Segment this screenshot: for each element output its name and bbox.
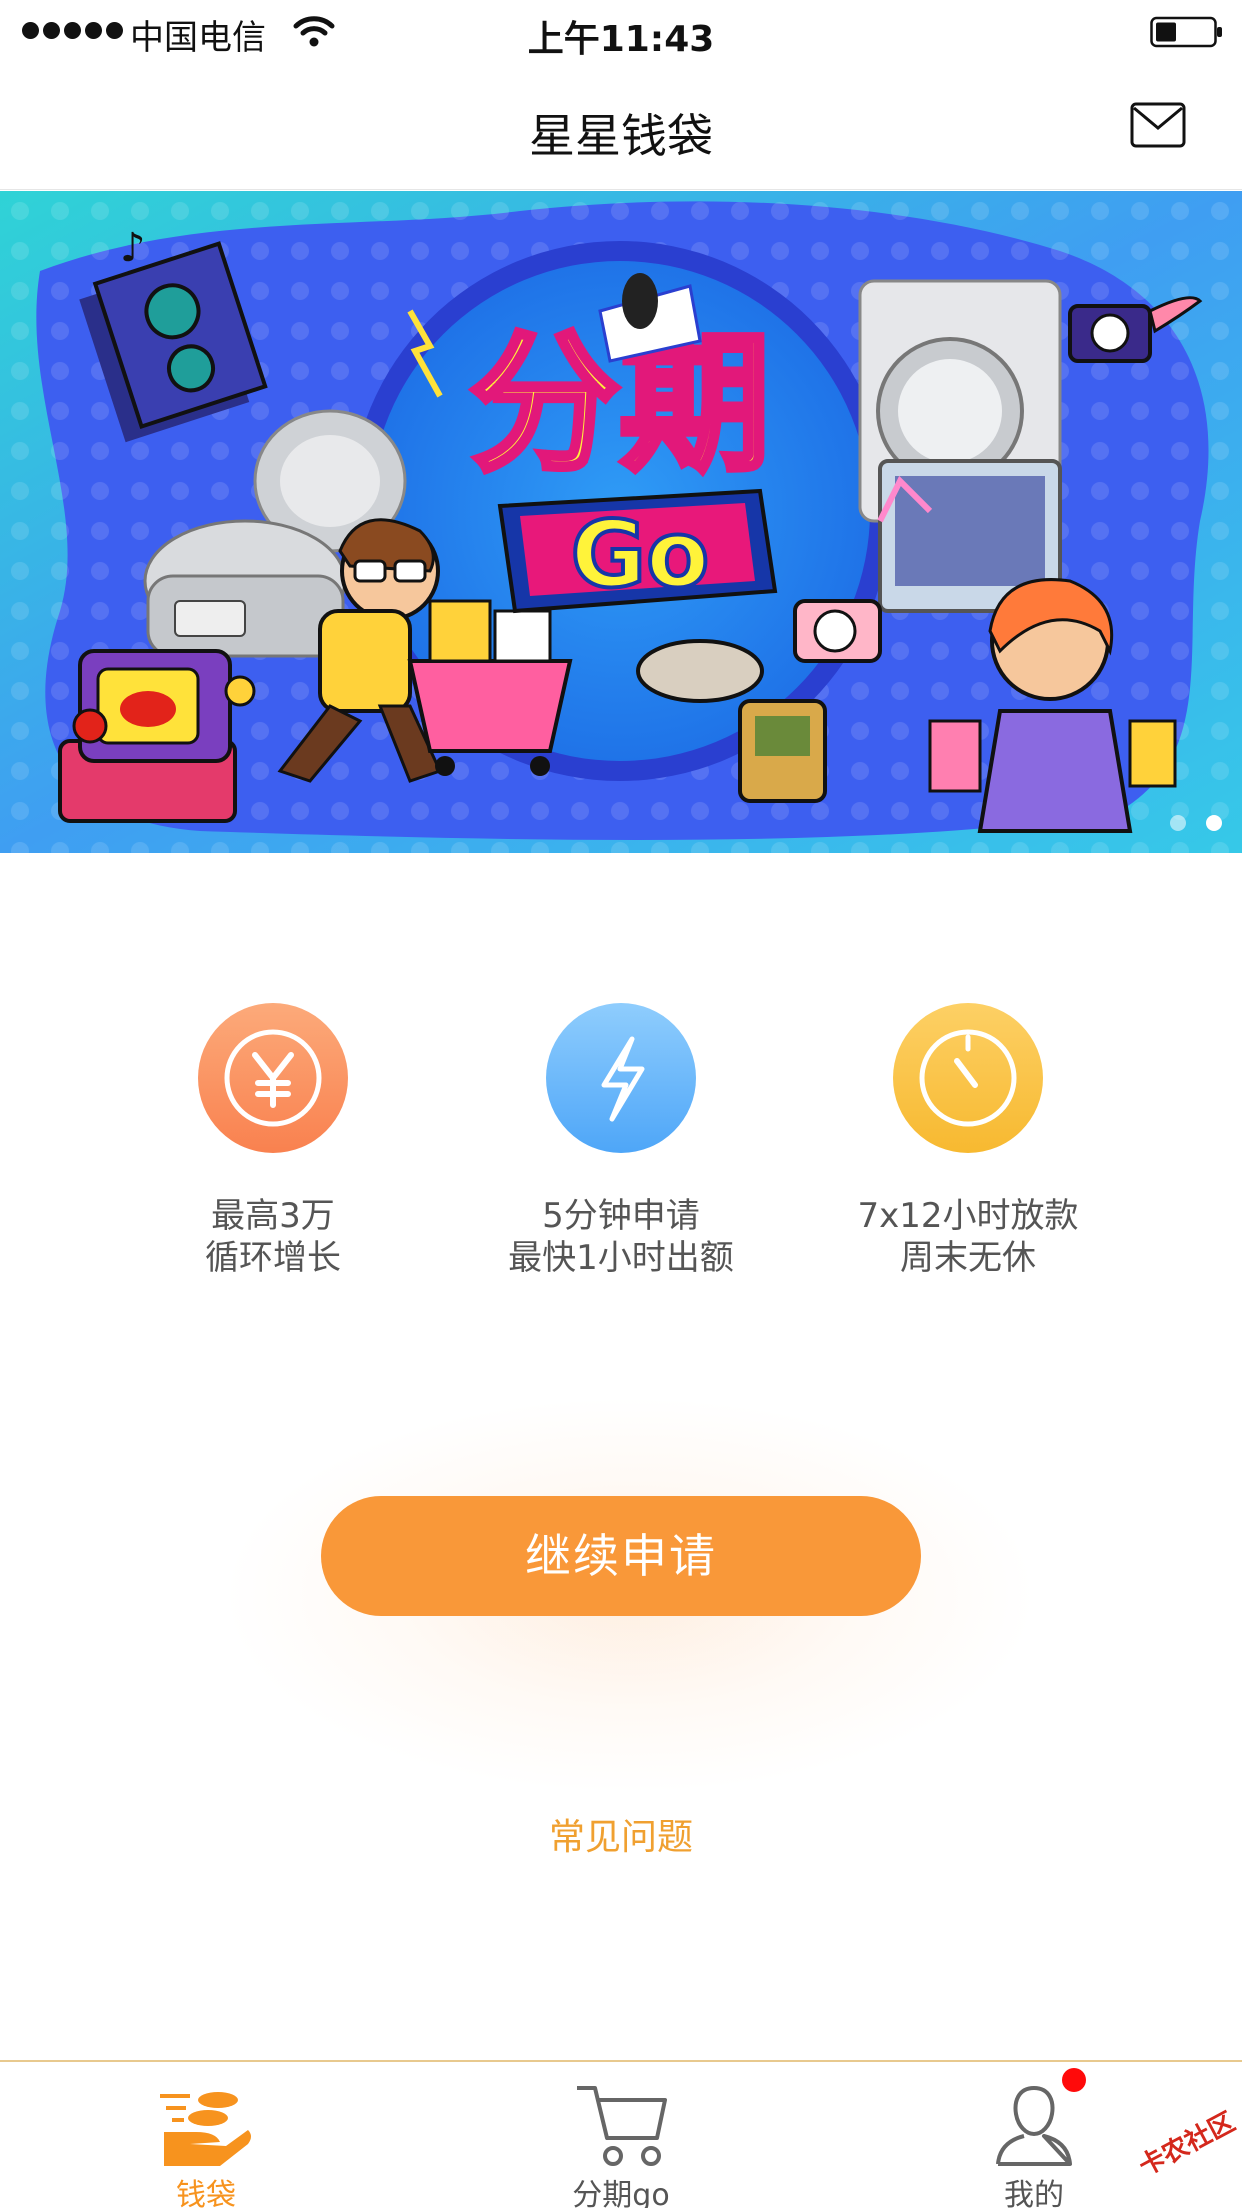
cart-icon: [577, 2086, 667, 2166]
navigation-bar: 星星钱袋: [0, 64, 1242, 190]
svg-text:♪: ♪: [120, 225, 146, 271]
yen-icon: [224, 1029, 322, 1127]
tab-label: 我的: [1004, 2178, 1064, 2208]
tab-wallet[interactable]: 钱袋: [106, 2062, 306, 2208]
mail-icon[interactable]: [1130, 102, 1186, 148]
battery-icon: [1150, 16, 1222, 48]
feature-line1: 最高3万: [211, 1196, 335, 1236]
banner-illustration: ♪ 分期 Go: [0, 191, 1242, 853]
feature-line2: 循环增长: [205, 1238, 341, 1278]
tab-label: 钱袋: [176, 2178, 236, 2208]
feature-icon-circle: [893, 1003, 1043, 1153]
feature-line2: 周末无休: [900, 1238, 1036, 1278]
feature-fast-apply: 5分钟申请 最快1小时出额: [441, 1003, 801, 1279]
banner-dot-active[interactable]: [1206, 815, 1222, 831]
faq-link[interactable]: 常见问题: [0, 1808, 1242, 1860]
feature-line1: 5分钟申请: [542, 1196, 700, 1236]
lightning-icon: [601, 1036, 645, 1122]
continue-apply-button[interactable]: 继续申请: [321, 1496, 921, 1616]
page-title: 星星钱袋: [529, 109, 713, 163]
status-time: 上午11:43: [527, 19, 715, 60]
promo-banner[interactable]: ♪ 分期 Go: [0, 191, 1242, 853]
notification-badge: [1062, 2068, 1086, 2092]
app-screen: 中国电信 上午11:43 星星钱袋 ♪ 分期 Go 最高3万 循环增长 5分钟申…: [0, 0, 1242, 2208]
timer-icon: [919, 1029, 1017, 1127]
tab-mine[interactable]: 我的: [934, 2062, 1134, 2208]
banner-dot[interactable]: [1170, 815, 1186, 831]
feature-line2: 最快1小时出额: [508, 1238, 734, 1278]
tab-bar: 钱袋 分期go 我的: [0, 2060, 1242, 2208]
tab-installment[interactable]: 分期go: [521, 2062, 721, 2208]
feature-line1: 7x12小时放款: [857, 1196, 1079, 1236]
feature-max-credit: 最高3万 循环增长: [93, 1003, 453, 1279]
feature-icon-circle: [546, 1003, 696, 1153]
status-bar: 中国电信 上午11:43: [0, 0, 1242, 64]
banner-pagination: [1170, 815, 1222, 831]
user-icon: [996, 2085, 1072, 2166]
wallet-icon: [160, 2092, 251, 2166]
feature-loan-hours: 7x12小时放款 周末无休: [788, 1003, 1148, 1279]
banner-subheadline: Go: [571, 501, 710, 608]
tab-label: 分期go: [572, 2178, 670, 2208]
feature-icon-circle: [198, 1003, 348, 1153]
